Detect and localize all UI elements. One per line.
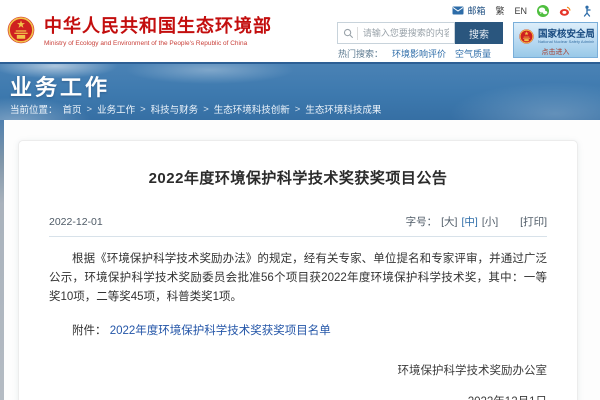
page-edge-strip [0, 120, 4, 400]
accessibility-icon[interactable] [581, 5, 593, 17]
site-title: 中华人民共和国生态环境部 [44, 16, 272, 37]
mailbox-label: 邮箱 [467, 4, 485, 17]
header-logo[interactable]: 中华人民共和国生态环境部 Ministry of Ecology and Env… [7, 16, 272, 47]
breadcrumb-item-innovation[interactable]: 生态环境科技创新 [214, 102, 290, 116]
site-header: 中华人民共和国生态环境部 Ministry of Ecology and Env… [0, 0, 600, 62]
wechat-icon[interactable] [537, 5, 549, 17]
font-size-small-button[interactable]: [小] [482, 214, 498, 229]
mailbox-link[interactable]: 邮箱 [452, 4, 485, 17]
article-date: 2022-12-01 [49, 216, 103, 228]
breadcrumb-separator: > [203, 104, 209, 115]
breadcrumb-separator: > [140, 104, 146, 115]
breadcrumb: 当前位置： 首页 > 业务工作 > 科技与财务 > 生态环境科技创新 > 生态环… [10, 102, 381, 116]
utility-bar: 邮箱 繁 EN [452, 4, 593, 17]
nnsa-text: 国家核安全局 National Nuclear Safety Administr… [538, 26, 594, 46]
signer-name: 环境保护科学技术奖励办公室 [49, 362, 547, 378]
sign-date: 2022年12月1日 [49, 393, 547, 400]
search-box [337, 22, 455, 44]
hot-search: 热门搜索： 环境影响评价 空气质量 [338, 47, 491, 60]
section-title: 业务工作 [10, 70, 110, 102]
breadcrumb-item-business[interactable]: 业务工作 [97, 102, 135, 116]
article-body: 根据《环境保护科学技术奖励办法》的规定，经有关专家、单位提名和专家评审，并通过广… [49, 250, 547, 307]
english-link[interactable]: EN [514, 6, 527, 16]
search-button[interactable]: 搜索 [455, 22, 503, 44]
attachment-link[interactable]: 2022年度环境保护科学技术奖获奖项目名单 [110, 325, 331, 337]
nnsa-title: 国家核安全局 [538, 26, 594, 40]
search-area: 搜索 [337, 22, 503, 44]
mail-icon [452, 6, 464, 15]
nnsa-subtitle: National Nuclear Safety Administration [538, 40, 583, 45]
breadcrumb-item-tech-finance[interactable]: 科技与财务 [151, 102, 199, 116]
nnsa-badge[interactable]: 国家核安全局 National Nuclear Safety Administr… [513, 22, 598, 58]
article-meta: 2022-12-01 字号： [大] [中] [小] [打印] [49, 214, 547, 229]
hot-search-link-air[interactable]: 空气质量 [455, 47, 491, 60]
nnsa-enter-label: 点击进入 [514, 47, 597, 57]
nnsa-badge-top: 国家核安全局 National Nuclear Safety Administr… [514, 23, 597, 46]
nnsa-emblem-icon [519, 29, 534, 44]
font-size-controls: 字号： [大] [中] [小] [打印] [406, 214, 547, 229]
font-size-large-button[interactable]: [大] [441, 214, 457, 229]
breadcrumb-label: 当前位置： [10, 102, 58, 116]
breadcrumb-item-home[interactable]: 首页 [63, 102, 82, 116]
search-icon [343, 28, 354, 39]
article-card: 2022年度环境保护科学技术奖获奖项目公告 2022-12-01 字号： [大]… [18, 140, 578, 400]
hot-search-link-eia[interactable]: 环境影响评价 [392, 47, 446, 60]
main-area: 2022年度环境保护科学技术奖获奖项目公告 2022-12-01 字号： [大]… [0, 120, 600, 400]
site-subtitle: Ministry of Ecology and Environment of t… [44, 40, 272, 47]
hot-search-label: 热门搜索： [338, 47, 383, 60]
attachment-row: 附件： 2022年度环境保护科学技术奖获奖项目名单 [49, 322, 547, 338]
search-input[interactable] [358, 23, 454, 43]
traditional-chinese-link[interactable]: 繁 [495, 4, 504, 17]
national-emblem-icon [7, 16, 35, 44]
print-button[interactable]: [打印] [520, 214, 547, 229]
section-banner: 业务工作 当前位置： 首页 > 业务工作 > 科技与财务 > 生态环境科技创新 … [0, 62, 600, 120]
meta-divider [49, 236, 547, 237]
font-size-medium-button[interactable]: [中] [461, 214, 477, 229]
breadcrumb-separator: > [295, 104, 301, 115]
article-title: 2022年度环境保护科学技术奖获奖项目公告 [49, 167, 547, 188]
breadcrumb-item-achievements[interactable]: 生态环境科技成果 [305, 102, 381, 116]
font-size-label: 字号： [406, 214, 438, 229]
weibo-icon[interactable] [559, 5, 571, 17]
logo-text: 中华人民共和国生态环境部 Ministry of Ecology and Env… [44, 16, 272, 47]
breadcrumb-separator: > [87, 104, 93, 115]
attachment-label: 附件： [72, 325, 107, 337]
